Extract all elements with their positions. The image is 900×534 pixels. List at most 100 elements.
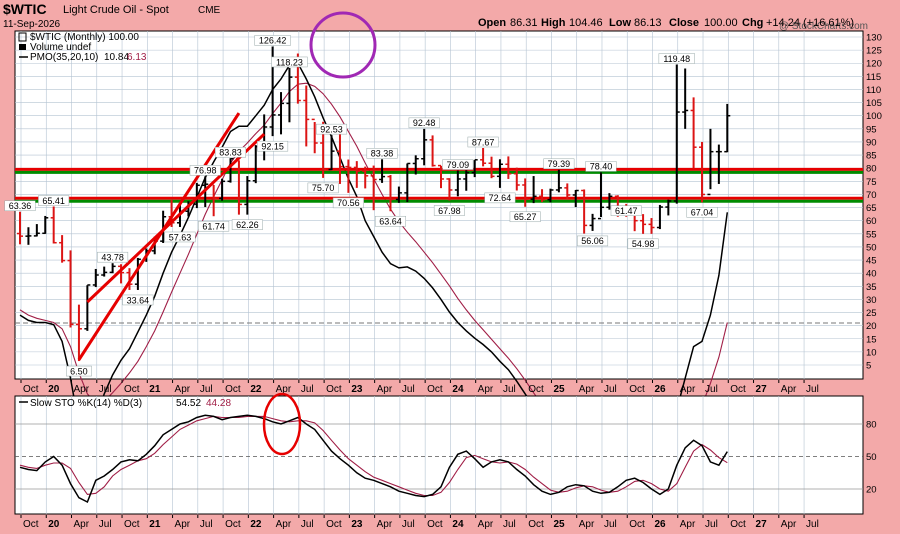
stoch-panel [14,395,864,515]
price-label-text: 62.26 [236,220,259,230]
price-label-text: 126.42 [259,36,287,46]
high-value: 104.46 [569,17,603,29]
price-label: 92.15 [257,140,289,151]
price-label: 63.36 [4,200,36,211]
x-axis-label: 26 [655,384,667,395]
x-axis-label: Apr [276,519,292,530]
price-axis-tick: 85 [866,151,877,162]
price-label: 6.50 [66,365,92,376]
x-axis-label: Oct [427,384,443,395]
x-axis-label: 25 [553,519,565,530]
price-axis-tick: 10 [866,347,877,358]
x-axis-label: 22 [250,384,262,395]
price-label: 61.47 [610,205,642,216]
price-label: 65.27 [509,211,541,222]
ohlc-readout: Open 86.31 High 104.46 Low 86.13 Close 1… [478,17,854,29]
stoch-axis-tick: 20 [866,485,877,496]
x-axis-label: 20 [48,384,60,395]
x-axis-label: Apr [478,519,494,530]
chg-label: Chg [742,17,763,29]
x-axis-label: Apr [579,519,595,530]
price-axis-tick: 80 [866,164,877,175]
price-axis-tick: 5 [866,361,871,372]
legend-pmo-signal: 6.13 [127,52,147,63]
x-axis-label: Jul [301,384,314,395]
price-label-text: 6.50 [70,366,88,376]
x-axis-label: Apr [579,384,595,395]
x-axis-label: Apr [781,384,797,395]
x-axis-label: Oct [629,519,645,530]
price-label-text: 61.47 [615,206,638,216]
x-axis-label: 21 [149,384,161,395]
price-label: 43.78 [97,251,129,262]
price-label-text: 57.63 [169,232,192,242]
price-axis-tick: 100 [866,111,882,122]
x-axis-label: Apr [478,384,494,395]
price-label-text: 65.27 [514,212,537,222]
low-value: 86.13 [634,17,662,29]
price-label: 33.64 [122,294,154,305]
price-label-text: 67.04 [691,208,714,218]
stock-chart: $WTIC Light Crude Oil - Spot CME 11-Sep-… [3,1,882,530]
price-axis-tick: 120 [866,59,882,70]
x-axis-label: Oct [124,519,140,530]
stoch-axis: 20 50 80 [866,420,877,496]
x-axis-label: 27 [756,519,768,530]
x-axis-label: Oct [730,519,746,530]
x-axis-label: Jul [200,384,213,395]
price-axis-tick: 70 [866,190,877,201]
price-axis-tick: 15 [866,334,877,345]
price-label: 76.98 [189,165,221,176]
x-axis-label: Oct [326,519,342,530]
chg-value: +14.24 (+16.61%) [766,17,854,29]
x-axis-label: Apr [175,384,191,395]
legend-pmo-value: 10.84 [104,52,129,63]
price-label: 54.98 [627,238,659,249]
price-label-text: 92.48 [413,118,436,128]
price-label-text: 78.40 [590,162,613,172]
open-value: 86.31 [510,17,538,29]
x-axis-label: 20 [48,519,60,530]
close-value: 100.00 [704,17,738,29]
x-axis-label: Apr [175,519,191,530]
price-label: 67.04 [686,207,718,218]
x-axis-label: Jul [200,519,213,530]
price-axis-tick: 125 [866,46,882,57]
price-axis-tick: 60 [866,216,877,227]
price-label: 87.67 [467,136,499,147]
price-label-text: 65.41 [42,196,65,206]
price-label: 118.23 [271,56,308,67]
x-axis-label: Jul [402,384,415,395]
price-label: 62.26 [231,219,263,230]
price-label: 75.70 [307,182,339,193]
price-label-text: 72.64 [489,193,512,203]
price-axis-tick: 110 [866,85,881,96]
x-axis-label: Jul [402,519,415,530]
price-label-text: 92.15 [261,141,284,151]
price-axis-tick: 45 [866,256,877,267]
x-axis-label: 23 [351,384,363,395]
price-label: 63.64 [374,215,406,227]
price-axis-tick: 25 [866,308,877,319]
x-axis-label: Jul [99,384,112,395]
price-label-text: 83.83 [219,148,242,158]
close-label: Close [669,17,699,29]
price-axis-tick: 95 [866,124,877,135]
price-label-text: 76.98 [194,166,217,176]
price-axis-tick: 105 [866,98,882,109]
x-axis-label: Jul [503,519,516,530]
x-axis-label: Oct [124,384,140,395]
x-axis-label: 26 [655,519,667,530]
price-label-text: 119.48 [663,54,690,64]
price-label-text: 118.23 [276,57,303,67]
x-axis-label: Jul [604,519,617,530]
price-label: 119.48 [658,53,695,64]
price-axis-tick: 30 [866,295,877,306]
price-label-text: 43.78 [101,252,124,262]
price-label: 56.06 [577,235,609,246]
price-label-text: 79.09 [447,160,470,170]
open-label: Open [478,17,506,29]
price-axis-tick: 90 [866,137,877,148]
stoch-axis-tick: 80 [866,420,877,431]
x-axis-label: Oct [23,519,39,530]
